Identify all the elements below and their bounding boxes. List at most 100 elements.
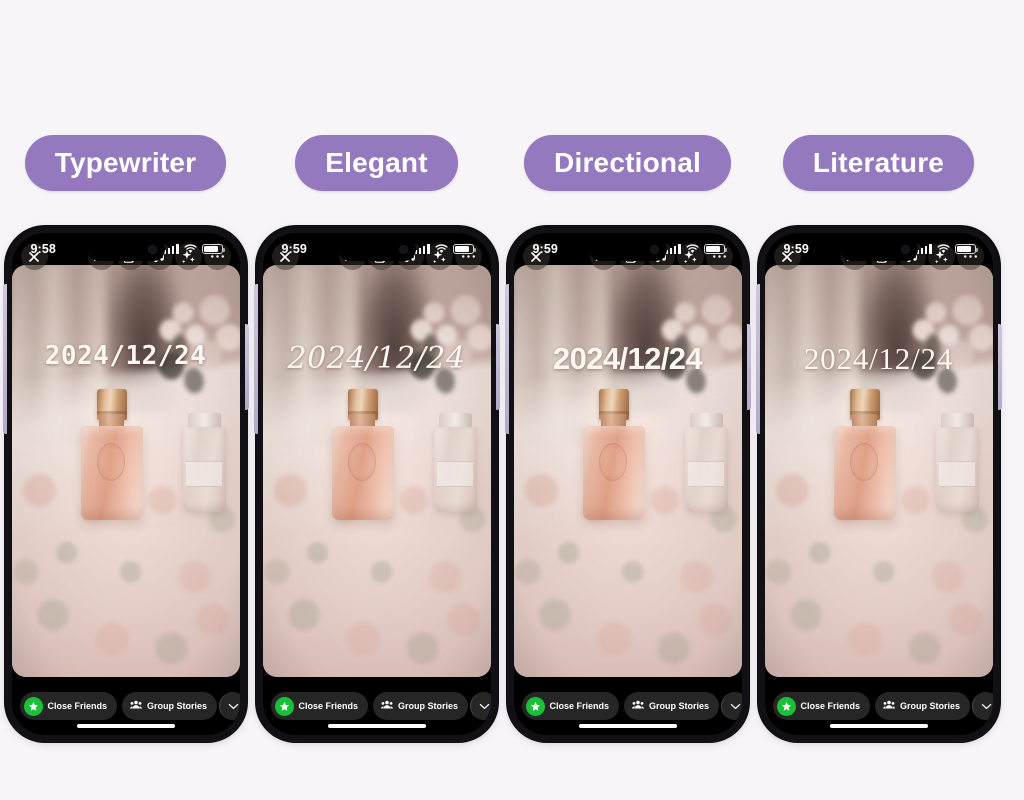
battery-icon	[452, 243, 476, 255]
signal-bars-icon	[414, 244, 430, 254]
story-photo-canvas[interactable]	[11, 265, 240, 677]
phone-cell-directional: 9:59 2024/12/24 Close Friends Group Stor…	[502, 228, 753, 744]
label-cell-directional: Directional	[502, 134, 753, 192]
date-sticker-elegant[interactable]: 2024/12/24	[263, 341, 491, 376]
signal-bars-icon	[665, 244, 681, 254]
close-friends-button[interactable]: Close Friends	[772, 692, 871, 720]
photo-color-grade	[764, 265, 993, 677]
group-stories-label: Group Stories	[147, 701, 208, 711]
label-cell-elegant: Elegant	[251, 134, 502, 192]
style-pill-typewriter[interactable]: Typewriter	[24, 135, 227, 191]
battery-icon	[703, 243, 727, 255]
story-photo-canvas[interactable]	[262, 265, 491, 677]
style-pill-literature[interactable]: Literature	[782, 135, 975, 191]
dynamic-island	[839, 238, 918, 261]
photo-color-grade	[11, 265, 240, 677]
status-bar: 9:59	[263, 233, 491, 265]
photo-color-grade	[513, 265, 742, 677]
dynamic-island	[337, 238, 416, 261]
status-bar: 9:58	[12, 233, 240, 265]
battery-icon	[954, 243, 978, 255]
signal-bars-icon	[916, 244, 932, 254]
close-friends-label: Close Friends	[47, 701, 108, 711]
date-sticker-text: 2024/12/24	[287, 341, 466, 376]
story-photo-canvas[interactable]	[513, 265, 742, 677]
dynamic-island	[86, 238, 165, 261]
label-cell-typewriter: Typewriter	[0, 134, 251, 192]
home-indicator	[76, 724, 175, 728]
close-friends-button[interactable]: Close Friends	[521, 692, 620, 720]
phone-cell-typewriter: 9:58 2024/12/24 Close Friends Group Stor…	[0, 228, 251, 744]
status-indicators	[665, 243, 727, 255]
story-photo-canvas[interactable]	[764, 265, 993, 677]
phone-cell-elegant: 9:59 2024/12/24 Close Friends Group Stor…	[251, 228, 502, 744]
close-friends-label: Close Friends	[549, 701, 610, 711]
front-camera-icon	[147, 245, 157, 254]
style-pill-elegant[interactable]: Elegant	[295, 135, 458, 191]
wifi-icon	[936, 244, 950, 253]
wifi-icon	[685, 244, 699, 253]
group-people-icon	[381, 700, 394, 712]
date-sticker-directional[interactable]: 2024/12/24	[514, 341, 742, 377]
green-star-icon	[274, 696, 294, 716]
signal-bars-icon	[163, 244, 179, 254]
date-sticker-text: 2024/12/24	[552, 341, 703, 376]
front-camera-icon	[649, 245, 659, 254]
group-stories-button[interactable]: Group Stories	[373, 692, 469, 720]
status-indicators	[414, 243, 476, 255]
label-cell-literature: Literature	[753, 134, 1004, 192]
home-indicator	[327, 724, 426, 728]
wifi-icon	[434, 244, 448, 253]
status-bar: 9:59	[514, 233, 742, 265]
close-friends-button[interactable]: Close Friends	[270, 692, 369, 720]
group-people-icon	[883, 700, 896, 712]
front-camera-icon	[398, 245, 408, 254]
green-star-icon	[525, 696, 545, 716]
close-friends-label: Close Friends	[800, 701, 861, 711]
phone-frame: 9:59 2024/12/24 Close Friends Group Stor…	[755, 228, 1002, 740]
phone-screen: 9:58 2024/12/24 Close Friends Group Stor…	[11, 233, 240, 735]
group-stories-label: Group Stories	[398, 701, 459, 711]
group-stories-button[interactable]: Group Stories	[122, 692, 218, 720]
phone-mockups-row: 9:58 2024/12/24 Close Friends Group Stor…	[0, 228, 1024, 744]
date-sticker-text: 2024/12/24	[803, 341, 954, 376]
home-indicator	[578, 724, 677, 728]
close-friends-button[interactable]: Close Friends	[19, 692, 118, 720]
date-sticker-literature[interactable]: 2024/12/24	[765, 341, 993, 377]
phone-frame: 9:58 2024/12/24 Close Friends Group Stor…	[2, 228, 249, 740]
group-stories-label: Group Stories	[900, 701, 961, 711]
phone-screen: 9:59 2024/12/24 Close Friends Group Stor…	[262, 233, 491, 735]
front-camera-icon	[900, 245, 910, 254]
chevron-down-icon[interactable]	[721, 692, 742, 720]
status-indicators	[916, 243, 978, 255]
status-time: 9:59	[281, 242, 307, 256]
green-star-icon	[776, 696, 796, 716]
photo-color-grade	[262, 265, 491, 677]
style-pill-directional[interactable]: Directional	[524, 135, 731, 191]
close-friends-label: Close Friends	[298, 701, 359, 711]
group-stories-button[interactable]: Group Stories	[875, 692, 971, 720]
date-sticker-text: 2024/12/24	[44, 341, 207, 371]
status-bar: 9:59	[765, 233, 993, 265]
chevron-down-icon[interactable]	[219, 692, 240, 720]
wifi-icon	[183, 244, 197, 253]
battery-icon	[201, 243, 225, 255]
home-indicator	[829, 724, 928, 728]
status-time: 9:59	[783, 242, 809, 256]
status-indicators	[163, 243, 225, 255]
chevron-down-icon[interactable]	[470, 692, 491, 720]
group-people-icon	[632, 700, 645, 712]
date-sticker-typewriter[interactable]: 2024/12/24	[12, 341, 240, 371]
group-stories-label: Group Stories	[649, 701, 710, 711]
phone-frame: 9:59 2024/12/24 Close Friends Group Stor…	[253, 228, 500, 740]
phone-frame: 9:59 2024/12/24 Close Friends Group Stor…	[504, 228, 751, 740]
status-time: 9:59	[532, 242, 558, 256]
status-time: 9:58	[30, 242, 56, 256]
phone-screen: 9:59 2024/12/24 Close Friends Group Stor…	[764, 233, 993, 735]
chevron-down-icon[interactable]	[972, 692, 993, 720]
phone-cell-literature: 9:59 2024/12/24 Close Friends Group Stor…	[753, 228, 1004, 744]
green-star-icon	[23, 696, 43, 716]
dynamic-island	[588, 238, 667, 261]
phone-screen: 9:59 2024/12/24 Close Friends Group Stor…	[513, 233, 742, 735]
group-stories-button[interactable]: Group Stories	[624, 692, 720, 720]
